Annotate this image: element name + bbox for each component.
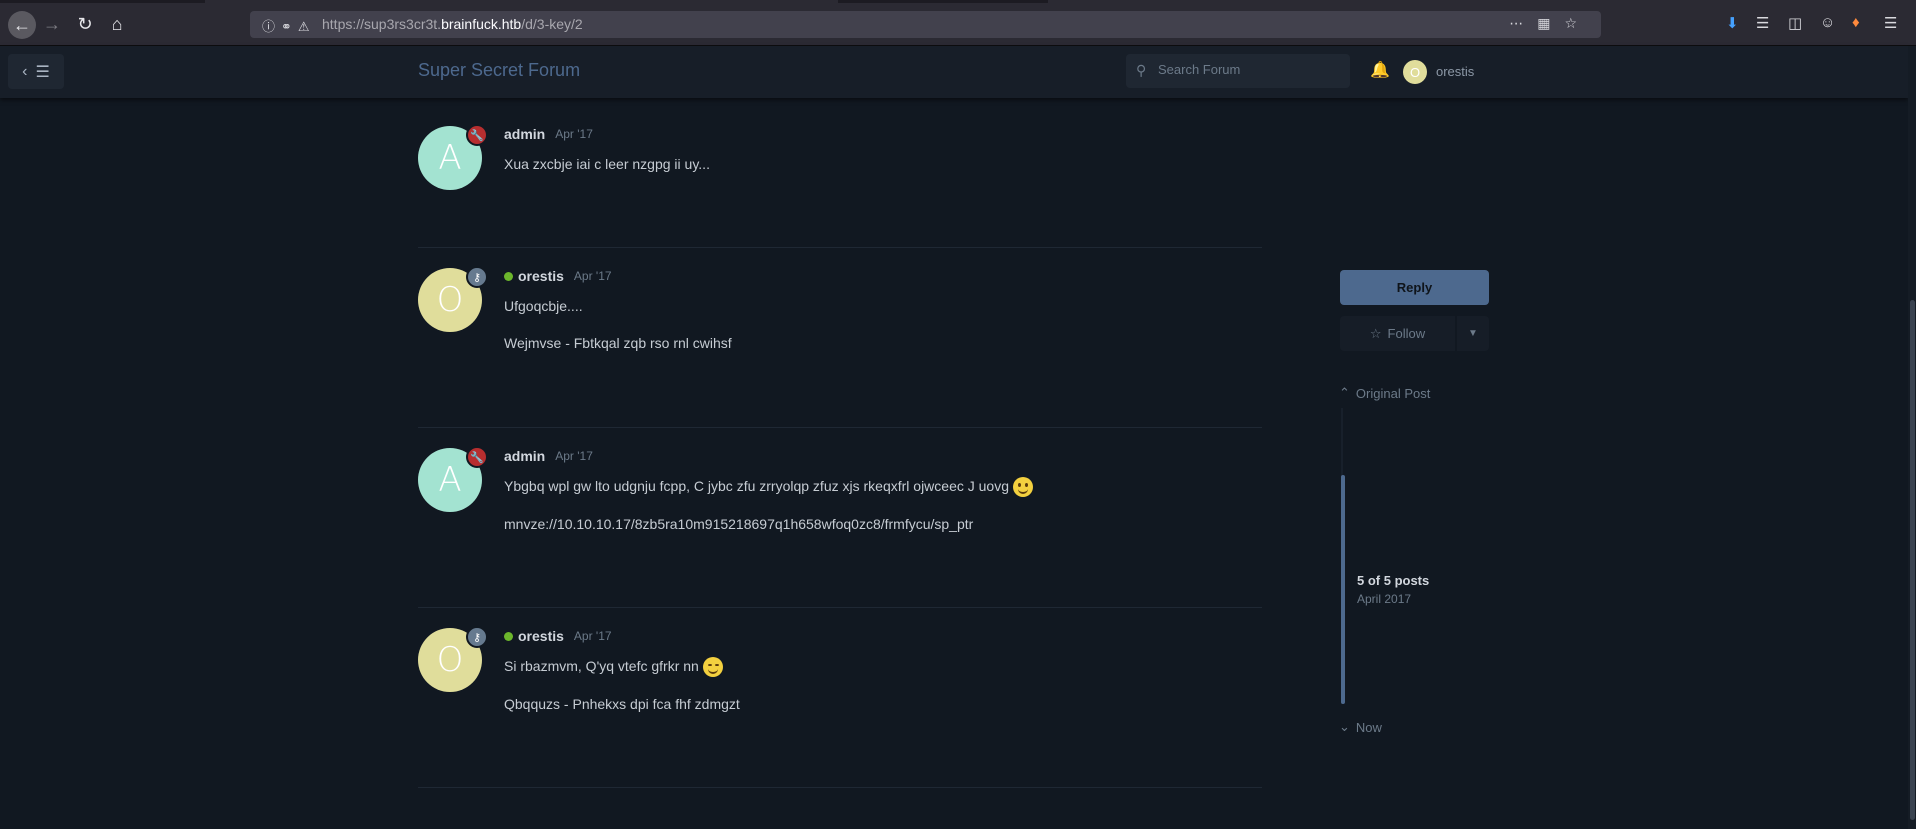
sidebar-icon[interactable]: ◫ xyxy=(1788,14,1802,32)
online-status-icon xyxy=(504,271,513,281)
forum-title[interactable]: Super Secret Forum xyxy=(418,60,580,81)
page-scrollbar-thumb[interactable] xyxy=(1910,300,1915,820)
post-divider xyxy=(418,607,1262,608)
original-post-label: Original Post xyxy=(1355,385,1431,401)
wink-emoji-icon xyxy=(702,657,723,678)
reply-button[interactable]: Reply xyxy=(1340,270,1489,305)
smile-emoji-icon xyxy=(1013,477,1034,498)
now-label: Now xyxy=(1355,719,1382,735)
tab-strip-edge xyxy=(0,0,205,3)
bell-icon[interactable]: 🔔 xyxy=(1370,60,1390,80)
follow-dropdown-button[interactable]: ▼ xyxy=(1457,316,1489,351)
post-time[interactable]: Apr '17 xyxy=(574,269,612,283)
post-divider xyxy=(418,787,1262,788)
reload-button[interactable]: ↻ xyxy=(73,12,97,36)
downloads-icon[interactable]: ⬇ xyxy=(1726,14,1739,32)
post-text: Wejmvse - Fbtkqal zqb rso rnl cwihsf xyxy=(504,335,732,351)
post-time[interactable]: Apr '17 xyxy=(555,127,593,141)
post-body: Ufgoqcbje.... Wejmvse - Fbtkqal zqb rso … xyxy=(504,297,1264,371)
drawer-toggle-button[interactable]: ‹ ☰ xyxy=(8,54,64,89)
scrubber-post-count: 5 of 5 posts xyxy=(1357,573,1430,588)
post-body: Xua zxcbje iai c leer nzgpg ii uy... xyxy=(504,155,1264,192)
account-icon[interactable]: ☺ xyxy=(1820,14,1835,31)
post-body: Ybgbq wpl gw lto udgnju fcpp, C jybc zfu… xyxy=(504,477,1264,552)
post-text: Ufgoqcbje.... xyxy=(504,298,583,314)
post-divider xyxy=(418,247,1262,248)
post-time[interactable]: Apr '17 xyxy=(555,449,593,463)
post-text: Xua zxcbje iai c leer nzgpg ii uy... xyxy=(504,156,710,172)
site-info-icon[interactable]: ⓘ⚭⚠ xyxy=(262,16,316,35)
home-button[interactable]: ⌂ xyxy=(105,12,129,36)
page-actions-icon[interactable]: ⋯▦☆ xyxy=(1509,15,1591,32)
search-icon: ⚲ xyxy=(1136,62,1147,78)
scrubber-handle[interactable] xyxy=(1341,475,1345,704)
forward-button[interactable]: → xyxy=(40,12,64,36)
key-icon: ⚷ xyxy=(466,266,488,288)
double-chevron-down-icon: ⌄ xyxy=(1339,719,1350,734)
wrench-icon: 🔧 xyxy=(466,124,488,146)
search-box[interactable]: ⚲ xyxy=(1126,54,1350,88)
post-username[interactable]: admin xyxy=(504,448,545,464)
browser-toolbar: ← → ↻ ⌂ ⓘ⚭⚠ https://sup3rs3cr3t.brainfuc… xyxy=(0,0,1916,46)
post-username[interactable]: orestis xyxy=(518,628,564,644)
extension-icon[interactable]: ♦ xyxy=(1852,14,1860,31)
now-link[interactable]: ⌄ Now xyxy=(1339,719,1382,735)
follow-label: Follow xyxy=(1387,326,1426,341)
caret-down-icon: ▼ xyxy=(1468,328,1478,339)
address-bar[interactable]: ⓘ⚭⚠ https://sup3rs3cr3t.brainfuck.htb/d/… xyxy=(250,11,1601,38)
avatar[interactable]: O xyxy=(1403,60,1427,84)
library-icon[interactable]: ☰ xyxy=(1756,14,1769,32)
hamburger-icon: ☰ xyxy=(35,63,50,81)
post-text: Si rbazmvm, Q'yq vtefc gfrkr nn xyxy=(504,658,699,674)
double-chevron-up-icon: ⌃ xyxy=(1339,385,1350,400)
post-text: mnvze://10.10.10.17/8zb5ra10m915218697q1… xyxy=(504,516,974,533)
post-username[interactable]: admin xyxy=(504,126,545,142)
wrench-icon: 🔧 xyxy=(466,446,488,468)
online-status-icon xyxy=(504,631,513,641)
scrubber-date: April 2017 xyxy=(1357,592,1412,606)
post-time[interactable]: Apr '17 xyxy=(574,629,612,643)
follow-button[interactable]: ☆ Follow xyxy=(1340,316,1455,351)
key-icon: ⚷ xyxy=(466,626,488,648)
menu-icon[interactable]: ☰ xyxy=(1884,14,1897,32)
search-input[interactable] xyxy=(1158,62,1338,77)
original-post-link[interactable]: ⌃ Original Post xyxy=(1339,385,1430,401)
post-divider xyxy=(418,427,1262,428)
tab-strip-edge xyxy=(838,0,1048,3)
chevron-left-icon: ‹ xyxy=(22,62,28,80)
url-text[interactable]: https://sup3rs3cr3t.brainfuck.htb/d/3-ke… xyxy=(322,16,583,32)
session-username[interactable]: orestis xyxy=(1436,64,1474,79)
forum-header: ‹ ☰ Super Secret Forum ⚲ 🔔 O orestis xyxy=(0,46,1908,98)
star-icon: ☆ xyxy=(1369,325,1382,341)
post-body: Si rbazmvm, Q'yq vtefc gfrkr nn Qbqquzs … xyxy=(504,657,1264,732)
back-button[interactable]: ← xyxy=(8,11,36,39)
post-text: Qbqquzs - Pnhekxs dpi fca fhf zdmgzt xyxy=(504,696,740,713)
post-username[interactable]: orestis xyxy=(518,268,564,284)
post-text: Ybgbq wpl gw lto udgnju fcpp, C jybc zfu… xyxy=(504,478,1010,494)
